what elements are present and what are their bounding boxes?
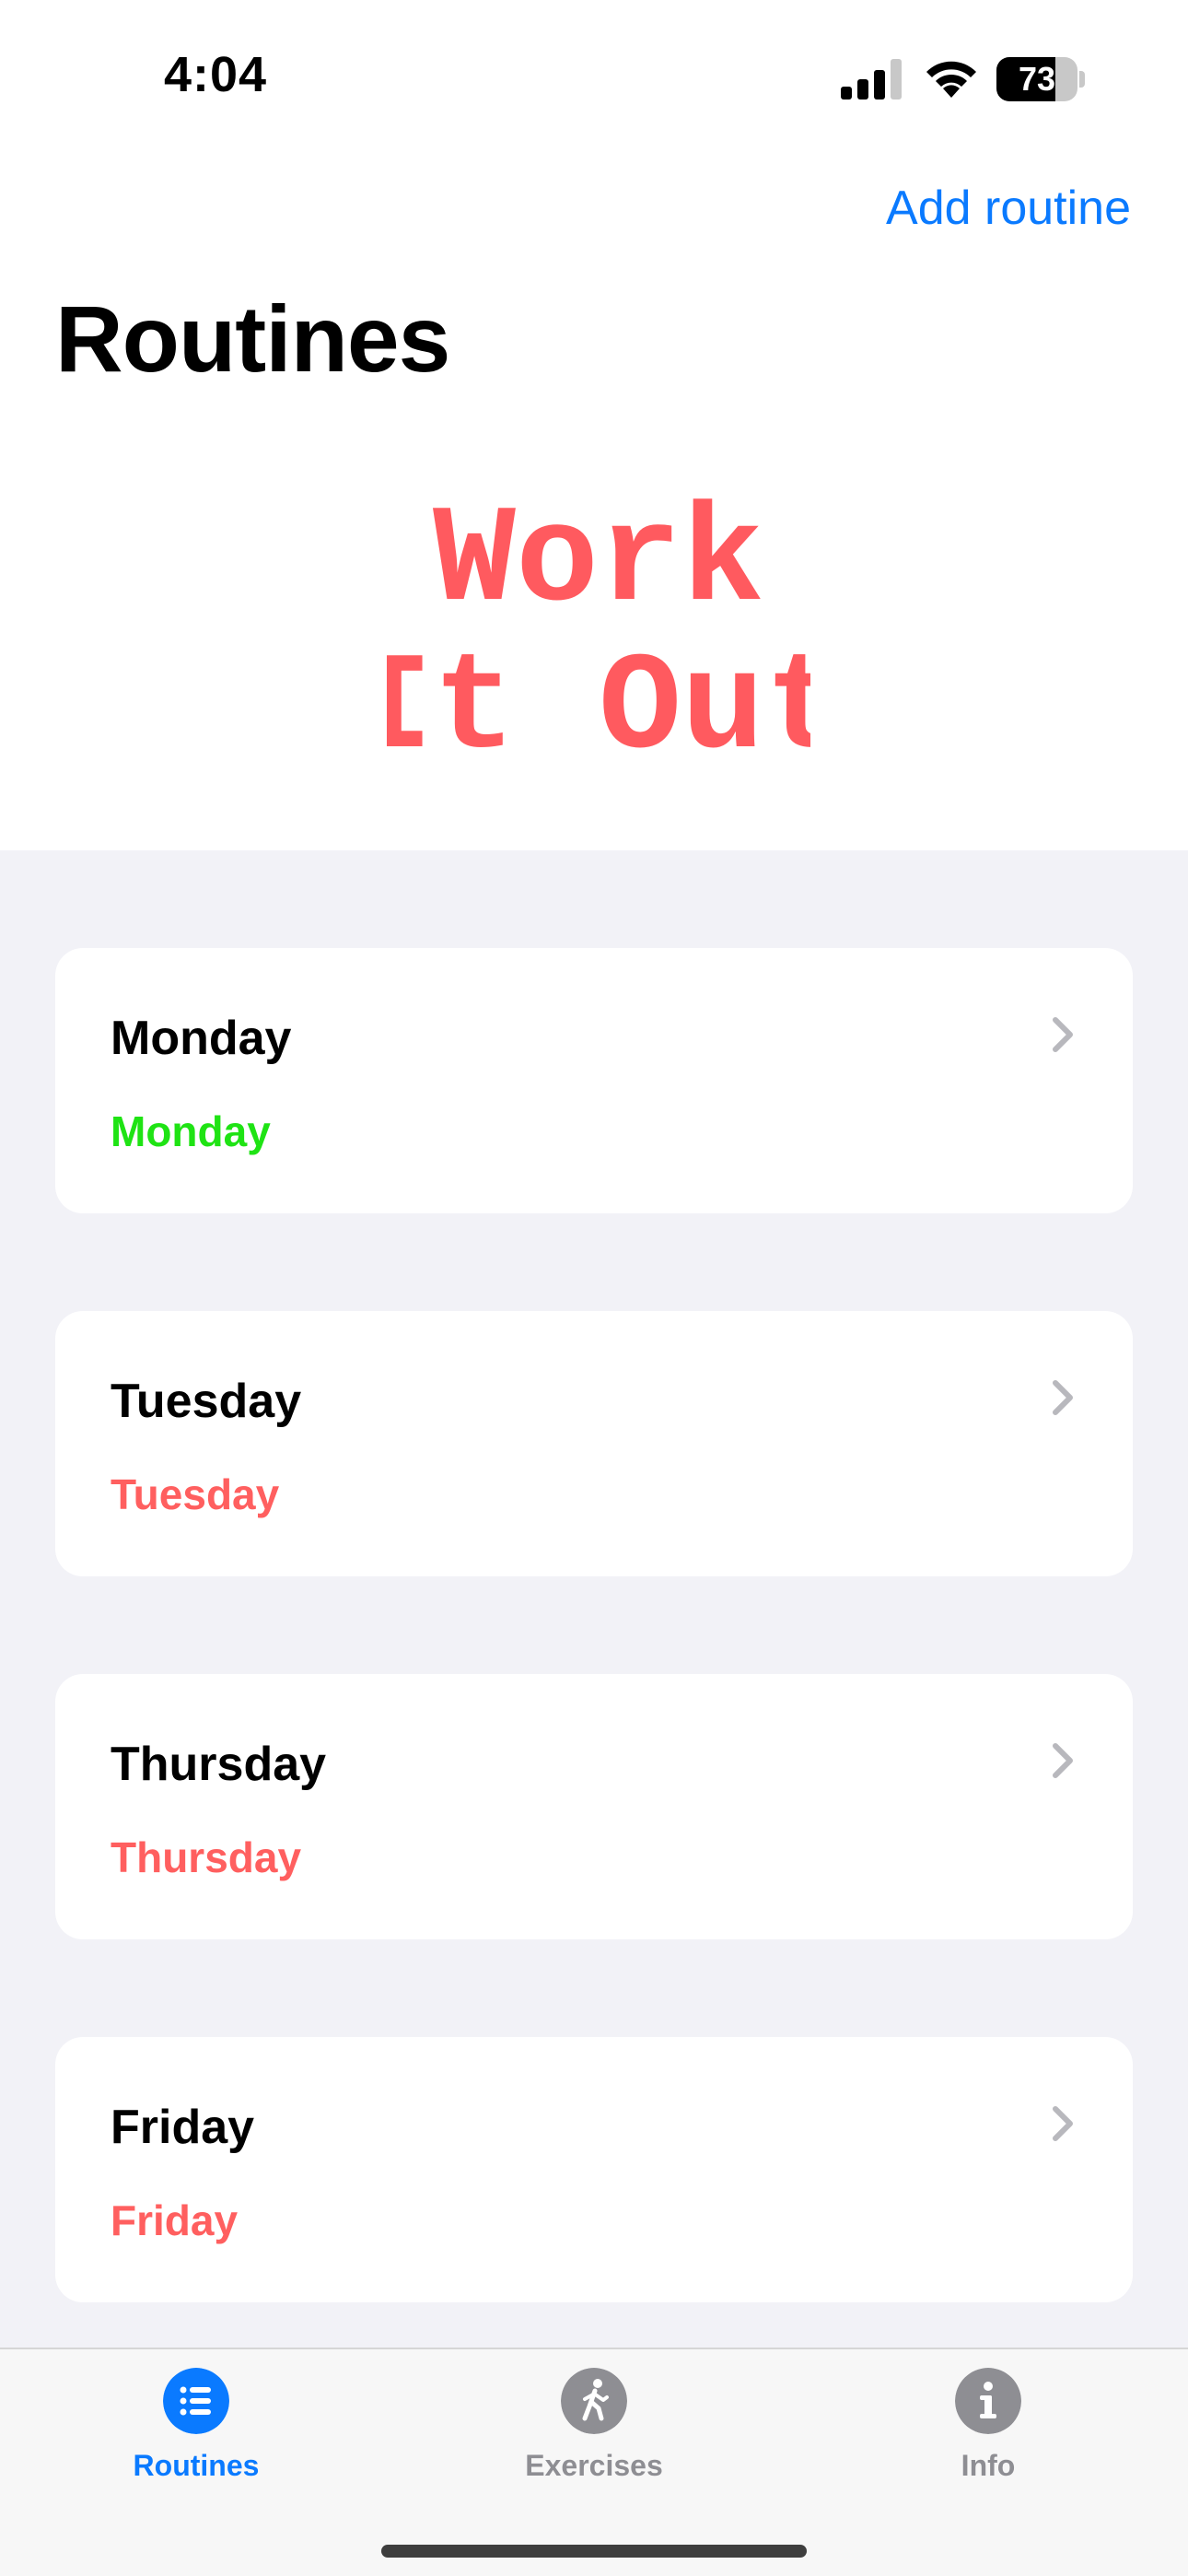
tab-info[interactable]: Info: [850, 2368, 1126, 2506]
routine-subtitle: Friday: [111, 2196, 239, 2244]
home-indicator[interactable]: [381, 2545, 807, 2558]
info-icon: [955, 2368, 1021, 2434]
tab-bar: Routines Exercises Info: [0, 2348, 1188, 2576]
screen: 4:04 73 Add routine Routines Work It Out: [0, 0, 1188, 2576]
routine-title: Thursday: [111, 1738, 327, 1791]
tab-label: Routines: [133, 2449, 260, 2482]
routine-title: Friday: [111, 2101, 255, 2154]
tab-label: Exercises: [525, 2449, 663, 2482]
status-bar: 4:04 73: [0, 0, 1188, 157]
add-routine-button[interactable]: Add routine: [886, 181, 1131, 236]
chevron-right-icon: [1053, 1380, 1073, 1415]
routine-subtitle: Thursday: [111, 1833, 302, 1881]
wifi-icon: [926, 61, 976, 98]
routine-card-tuesday[interactable]: Tuesday Tuesday: [55, 1311, 1133, 1576]
status-time: 4:04: [164, 47, 268, 102]
routine-list: Monday Monday Tuesday Tuesday Thursday T…: [0, 850, 1188, 2348]
battery-icon: 73: [996, 57, 1085, 101]
routine-card-friday[interactable]: Friday Friday: [55, 2037, 1133, 2302]
chevron-right-icon: [1053, 1017, 1073, 1052]
tab-exercises[interactable]: Exercises: [456, 2368, 732, 2506]
routine-subtitle: Tuesday: [111, 1470, 280, 1518]
logo-line-2: It Out: [387, 632, 810, 765]
routine-card-monday[interactable]: Monday Monday: [55, 948, 1133, 1213]
battery-level: 73: [1018, 60, 1056, 98]
chevron-right-icon: [1053, 1743, 1073, 1778]
page-title: Routines: [55, 287, 450, 392]
cellular-signal-icon: [841, 59, 902, 100]
logo-line-1: Work: [433, 485, 764, 641]
work-it-out-logo: Work It Out: [387, 485, 810, 765]
routine-subtitle: Monday: [111, 1107, 271, 1155]
list-icon: [163, 2368, 229, 2434]
walking-icon: [561, 2368, 627, 2434]
tab-routines[interactable]: Routines: [58, 2368, 334, 2506]
routine-title: Monday: [111, 1012, 292, 1065]
routine-card-thursday[interactable]: Thursday Thursday: [55, 1674, 1133, 1939]
tab-label: Info: [961, 2449, 1016, 2482]
routine-title: Tuesday: [111, 1375, 302, 1428]
chevron-right-icon: [1053, 2106, 1073, 2141]
